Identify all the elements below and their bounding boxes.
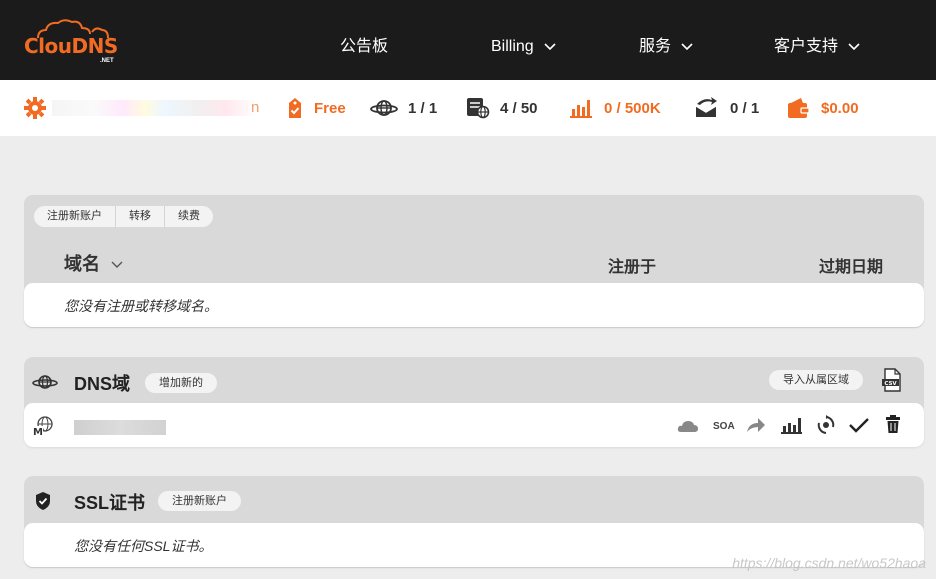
svg-text:M: M — [33, 427, 43, 437]
registered-column-header: 注册于 — [608, 259, 657, 276]
records-icon — [467, 98, 490, 119]
domains-panel: 注册新账户 转移 续费 域名 注册于 过期日期 您没有注册或转移域名。 — [24, 195, 924, 328]
nav-billing-label: Billing — [491, 38, 534, 55]
sync-icon[interactable] — [816, 415, 836, 435]
logo-sub: .NET — [100, 58, 114, 64]
envelope-forward-icon — [695, 97, 717, 117]
domains-empty-message: 您没有注册或转移域名。 — [64, 298, 218, 314]
records-status[interactable]: 4 / 50 — [466, 98, 538, 119]
add-dns-zone-button[interactable]: 增加新的 — [145, 373, 217, 393]
cloud-icon[interactable] — [677, 419, 699, 433]
nav-bulletin[interactable]: 公告板 — [340, 37, 388, 57]
queries-value: 0 / 500K — [604, 99, 661, 117]
register-ssl-button[interactable]: 注册新账户 — [158, 491, 241, 511]
tag-check-icon — [289, 98, 301, 118]
domain-column-header[interactable]: 域名 — [64, 250, 123, 276]
share-arrow-icon[interactable] — [746, 417, 766, 433]
queries-status[interactable]: 0 / 500K — [570, 98, 661, 118]
bar-chart-icon — [570, 100, 592, 118]
ssl-title: SSL证书 — [74, 493, 146, 513]
trash-icon[interactable] — [885, 415, 901, 434]
mail-forwards-value: 0 / 1 — [730, 99, 760, 117]
globe-ring-icon — [32, 375, 58, 389]
plan-value: Free — [314, 99, 346, 117]
nav-bulletin-label: 公告板 — [340, 38, 389, 55]
top-navbar: ClouDNS .NET 公告板 Billing 服务 客户支持 — [0, 0, 936, 80]
svg-text:CSV: CSV — [884, 381, 897, 387]
account-name-suffix: n — [251, 99, 260, 116]
nav-services[interactable]: 服务 — [639, 37, 694, 57]
wallet-icon — [788, 98, 810, 118]
master-zone-icon: M — [33, 416, 53, 437]
nav-support-label: 客户支持 — [774, 38, 839, 55]
balance-value: $0.00 — [821, 99, 859, 117]
balance-status[interactable]: $0.00 — [787, 98, 859, 118]
domains-empty-row: 您没有注册或转移域名。 — [24, 283, 924, 327]
ssl-empty-message: 您没有任何SSL证书。 — [74, 538, 213, 554]
chevron-down-icon — [681, 43, 694, 50]
chevron-down-icon — [848, 43, 861, 50]
zone-name-redacted[interactable] — [74, 420, 166, 435]
expiry-column-header: 过期日期 — [819, 259, 884, 276]
nav-billing[interactable]: Billing — [491, 37, 556, 57]
register-domain-button[interactable]: 注册新账户 — [34, 206, 116, 227]
mail-forwards-status[interactable]: 0 / 1 — [694, 97, 760, 118]
plan-status[interactable]: Free — [286, 98, 346, 118]
logo-text: ClouDNS — [24, 34, 118, 58]
import-slave-zone-button[interactable]: 导入从属区域 — [769, 370, 863, 390]
records-value: 4 / 50 — [500, 99, 538, 117]
shield-check-icon — [36, 492, 50, 510]
dns-zones-status[interactable]: 1 / 1 — [370, 98, 437, 118]
cloudns-logo[interactable]: ClouDNS .NET — [22, 18, 122, 66]
chevron-down-icon — [111, 261, 123, 269]
dns-zones-title: DNS域 — [74, 374, 131, 394]
soa-button[interactable]: SOA — [713, 421, 735, 432]
dns-zones-panel: DNS域 增加新的 导入从属区域 CSV M SOA — [24, 357, 924, 447]
csv-file-icon[interactable]: CSV — [881, 368, 903, 392]
check-icon[interactable] — [848, 417, 870, 433]
domain-actions: 注册新账户 转移 续费 — [34, 206, 213, 227]
stats-icon[interactable] — [781, 416, 803, 434]
renew-domain-button[interactable]: 续费 — [165, 206, 213, 227]
nav-services-label: 服务 — [639, 38, 672, 55]
watermark: https://blog.csdn.net/wo52haoa — [732, 555, 926, 571]
chevron-down-icon — [544, 43, 556, 50]
account-name-redacted[interactable] — [52, 100, 257, 116]
dns-zone-row[interactable]: M SOA — [24, 403, 924, 447]
gear-icon[interactable] — [24, 97, 46, 119]
dns-zones-value: 1 / 1 — [408, 99, 438, 117]
globe-ring-icon — [370, 100, 398, 116]
domain-column-label: 域名 — [64, 254, 100, 274]
transfer-domain-button[interactable]: 转移 — [116, 206, 165, 227]
account-status-bar: n Free 1 / 1 4 / 50 0 / 500K 0 / 1 $0.00 — [0, 80, 936, 136]
nav-support[interactable]: 客户支持 — [774, 37, 861, 57]
